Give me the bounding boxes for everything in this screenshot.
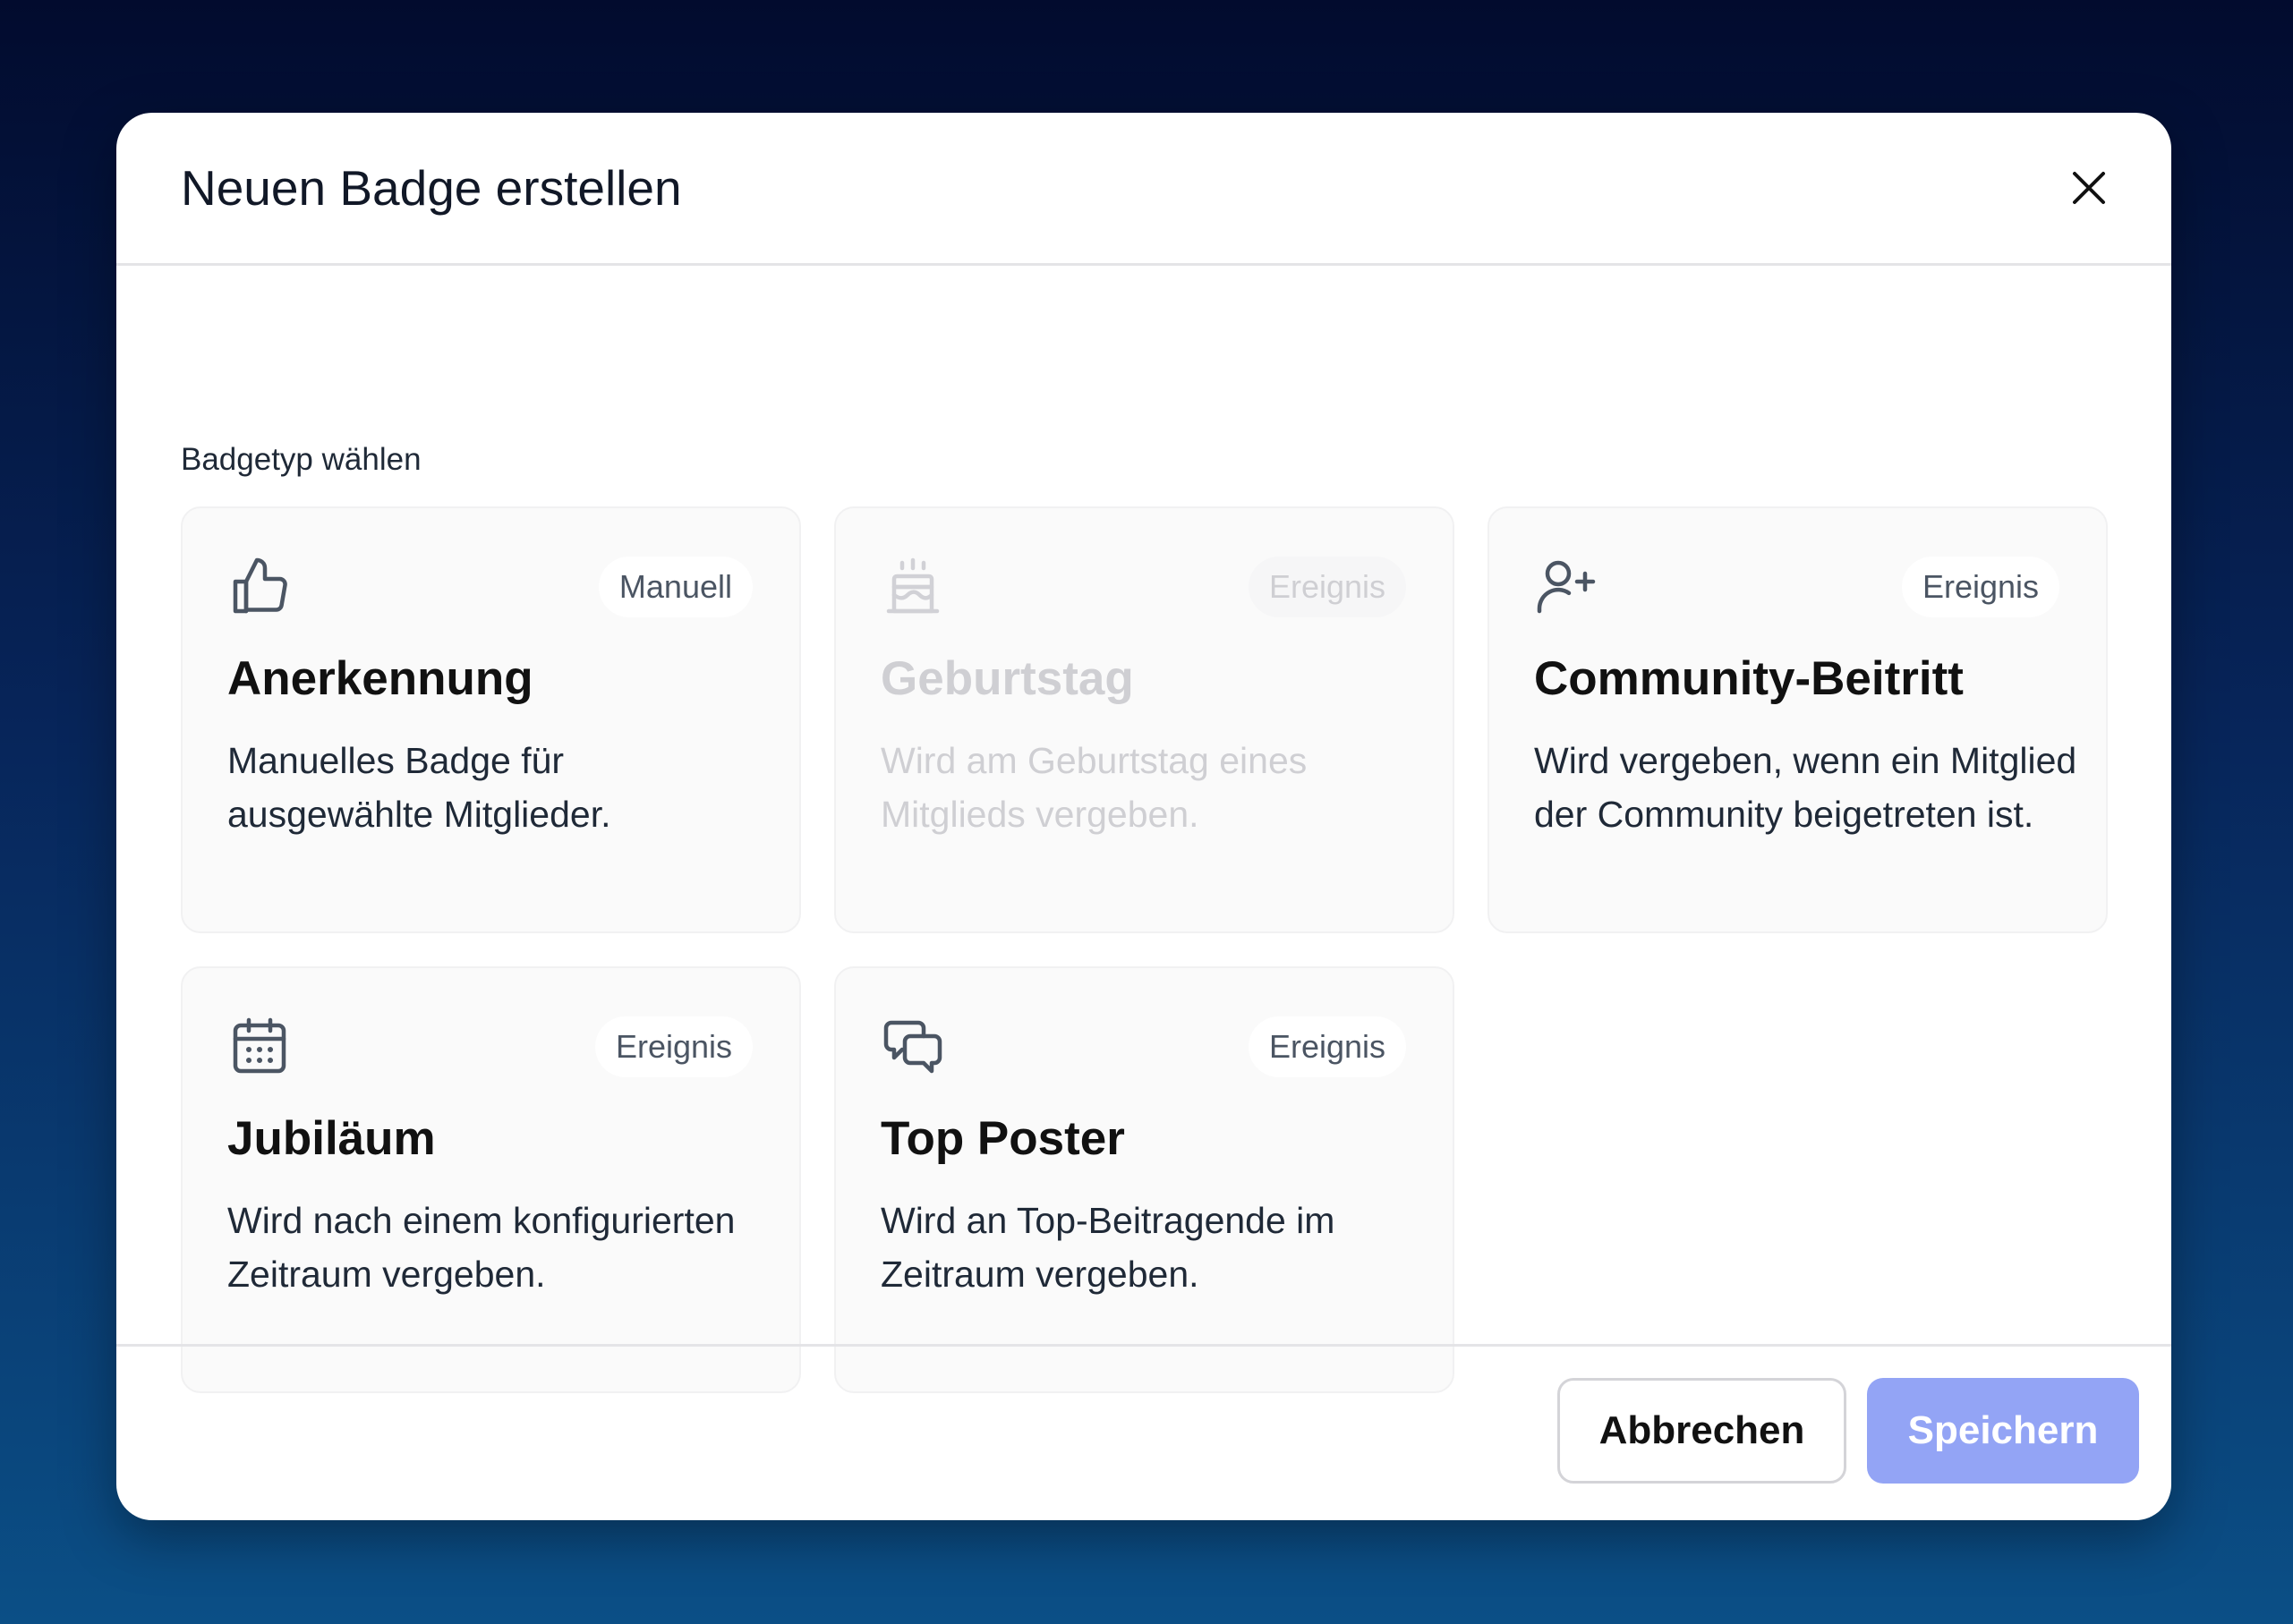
- user-plus-icon: [1537, 560, 1596, 614]
- type-badge: Ereignis: [1248, 1016, 1406, 1077]
- badge-type-card-top-poster[interactable]: Ereignis Top Poster Wird an Top-Beitrage…: [834, 966, 1454, 1393]
- card-title: Top Poster: [881, 1112, 1125, 1165]
- close-button[interactable]: [2060, 159, 2118, 217]
- badge-type-label: Badgetyp wählen: [181, 442, 422, 477]
- card-description: Wird an Top-Beitragende im Zeitraum verg…: [881, 1200, 1335, 1295]
- create-badge-dialog: Neuen Badge erstellen Badgetyp wählen Ma…: [116, 113, 2171, 1520]
- dialog-header: Neuen Badge erstellen: [116, 113, 2171, 266]
- type-badge: Ereignis: [1901, 557, 2059, 617]
- badge-type-card-geburtstag: Ereignis Geburtstag Wird am Geburtstag e…: [834, 506, 1454, 933]
- type-badge: Ereignis: [1248, 557, 1406, 617]
- card-title: Community-Beitritt: [1534, 652, 1964, 705]
- dialog-footer: Abbrechen Speichern: [116, 1344, 2171, 1520]
- dialog-title: Neuen Badge erstellen: [181, 160, 682, 216]
- type-badge: Ereignis: [594, 1016, 753, 1077]
- card-title: Geburtstag: [881, 652, 1134, 705]
- type-badge: Manuell: [598, 557, 753, 617]
- badge-type-card-community-beitritt[interactable]: Ereignis Community-Beitritt Wird vergebe…: [1487, 506, 2108, 933]
- thumbs-up-icon: [233, 557, 287, 614]
- cancel-button[interactable]: Abbrechen: [1557, 1378, 1846, 1484]
- card-description: Manuelles Badge für ausgewählte Mitglied…: [227, 740, 611, 835]
- card-description: Wird vergeben, wenn ein Mitglied der Com…: [1534, 740, 2077, 835]
- badge-type-card-jubilaeum[interactable]: Ereignis Jubiläum Wird nach einem konfig…: [181, 966, 801, 1393]
- save-button[interactable]: Speichern: [1867, 1378, 2139, 1484]
- card-title: Anerkennung: [227, 652, 533, 705]
- card-title: Jubiläum: [227, 1112, 436, 1165]
- badge-type-card-anerkennung[interactable]: Manuell Anerkennung Manuelles Badge für …: [181, 506, 801, 933]
- card-description: Wird nach einem konfigurierten Zeitraum …: [227, 1200, 736, 1295]
- calendar-icon: [233, 1017, 286, 1074]
- close-icon: [2073, 172, 2105, 204]
- card-description: Wird am Geburtstag eines Mitglieds verge…: [881, 740, 1308, 835]
- chat-bubbles-icon: [883, 1020, 942, 1074]
- birthday-cake-icon: [886, 557, 940, 614]
